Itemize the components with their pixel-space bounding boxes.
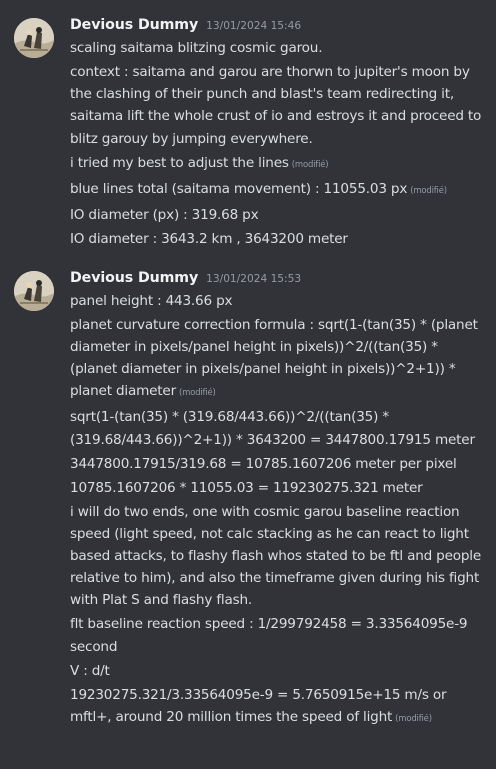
edited-tag: (modifié): [291, 159, 329, 170]
timestamp[interactable]: 13/01/2024 15:53: [206, 273, 301, 285]
message: Devious Dummy 13/01/2024 15:53 panel hei…: [0, 250, 496, 730]
message-line: sqrt(1-(tan(35) * (319.68/443.66))^2/((t…: [70, 409, 475, 448]
message: Devious Dummy 13/01/2024 15:46 scaling s…: [0, 0, 496, 250]
message-line: panel height : 443.66 px: [70, 292, 233, 309]
message-line: IO diameter (px) : 319.68 px: [70, 206, 259, 223]
username[interactable]: Devious Dummy: [70, 17, 198, 33]
message-line: i tried my best to adjust the lines (modi…: [70, 154, 329, 171]
message-feed: Devious Dummy 13/01/2024 15:46 scaling s…: [0, 0, 496, 769]
message-line: V : d/t: [70, 662, 110, 679]
avatar[interactable]: [14, 270, 54, 311]
message-line: i will do two ends, one with cosmic garo…: [70, 503, 482, 609]
edited-tag: (modifié): [410, 185, 447, 196]
message-content: panel height : 443.66 px planet curvatur…: [70, 290, 488, 730]
message-line: blue lines total (saitama movement) : 11…: [70, 180, 447, 197]
username[interactable]: Devious Dummy: [70, 270, 198, 286]
message-line: flt baseline reaction speed : 1/29979245…: [70, 616, 468, 655]
message-line: planet curvature correction formula : sq…: [70, 316, 478, 400]
message-header: Devious Dummy 13/01/2024 15:46: [70, 17, 488, 37]
timestamp[interactable]: 13/01/2024 15:46: [206, 20, 301, 32]
message-line: 10785.1607206 * 11055.03 = 119230275.321…: [70, 479, 423, 496]
message-line: scaling saitama blitzing cosmic garou.: [70, 40, 323, 56]
message-content: scaling saitama blitzing cosmic garou. c…: [70, 37, 488, 250]
edited-tag: (modifié): [179, 388, 216, 399]
message-line: context : saitama and garou are thorwn t…: [70, 64, 482, 147]
message-line: 3447800.17915/319.68 = 10785.1607206 met…: [70, 455, 457, 472]
message-line: 19230275.321/3.33564095e-9 = 5.7650915e+…: [70, 686, 447, 725]
message-header: Devious Dummy 13/01/2024 15:53: [70, 270, 488, 290]
message-line: IO diameter : 3643.2 km , 3643200 meter: [70, 230, 348, 247]
avatar[interactable]: [14, 18, 54, 58]
edited-tag: (modifié): [395, 713, 432, 724]
